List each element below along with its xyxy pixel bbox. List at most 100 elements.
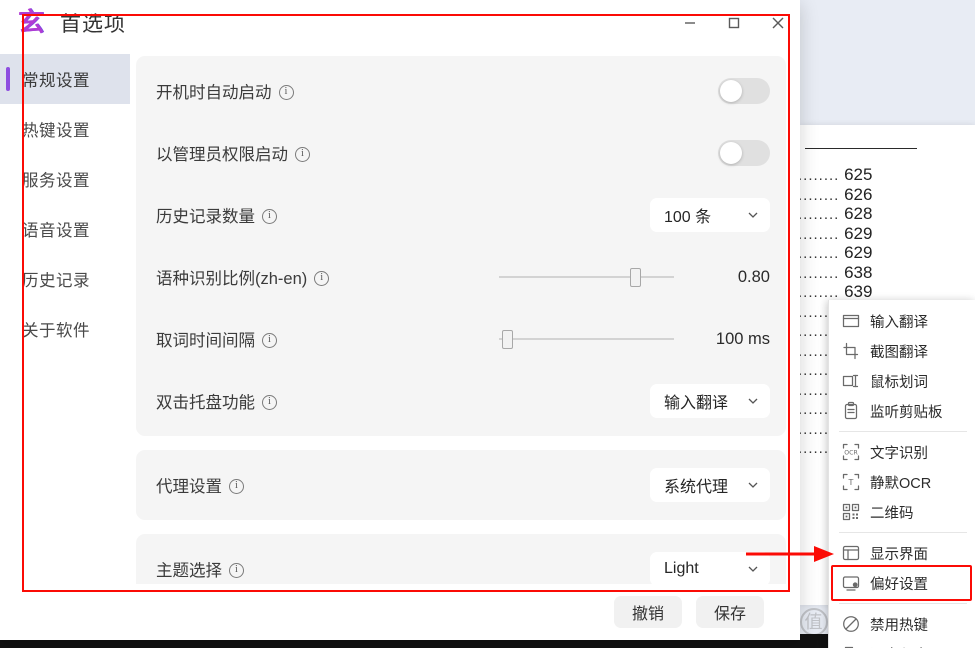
info-icon[interactable]: i: [229, 562, 244, 578]
row-admin-label-wrap: 以管理员权限启动 i: [156, 141, 310, 165]
row-theme: 主题选择 i Light: [136, 538, 786, 584]
slider-thumb[interactable]: [502, 330, 514, 349]
sidebar-item-label: 常规设置: [22, 72, 90, 90]
info-icon[interactable]: i: [314, 270, 330, 286]
row-lang-label-wrap: 语种识别比例(zh-en) i: [156, 265, 330, 289]
sidebar-item-4[interactable]: 历史记录: [0, 254, 130, 304]
info-icon[interactable]: i: [262, 208, 277, 224]
sidebar-item-5[interactable]: 关于软件: [0, 304, 130, 354]
proxy-settings-card: 代理设置 i 系统代理: [136, 450, 786, 520]
row-word-interval: 取词时间间隔 i 100 ms: [136, 308, 786, 370]
window-title: 首选项: [60, 13, 127, 36]
row-autostart-label-wrap: 开机时自动启动 i: [156, 79, 294, 103]
chevron-down-icon: [746, 394, 760, 408]
toc-entry: ........ 625: [798, 165, 873, 184]
info-icon[interactable]: i: [262, 394, 277, 410]
tray-menu-item-3[interactable]: 监听剪贴板: [829, 396, 975, 426]
toc-entry: ........ 628: [798, 204, 873, 223]
tray-menu-item-label: 输入翻译: [870, 314, 928, 331]
row-admin-label: 以管理员权限启动: [156, 146, 288, 164]
tray-menu-item-5[interactable]: T 静默OCR: [829, 467, 975, 497]
proxy-dropdown[interactable]: 系统代理: [650, 468, 770, 502]
tray-menu-item-8[interactable]: 偏好设置: [829, 565, 975, 601]
preferences-body: 常规设置热键设置服务设置语音设置历史记录关于软件 开机时自动启动 i: [0, 46, 800, 584]
tray-menu-item-7[interactable]: 显示界面: [829, 538, 975, 568]
preferences-footer: 撤销 保存: [0, 584, 800, 640]
sidebar-item-label: 关于软件: [22, 322, 90, 340]
language-ratio-slider[interactable]: [499, 267, 674, 287]
sidebar-item-label: 热键设置: [22, 122, 90, 140]
tray-menu-item-label: 禁用热键: [870, 617, 928, 634]
tray-menu-item-9[interactable]: 禁用热键: [829, 609, 975, 639]
annotation-arrow: [746, 546, 834, 562]
preferences-icon: [841, 573, 861, 593]
row-proxy-label: 代理设置: [156, 478, 222, 496]
menu-separator: [839, 532, 967, 533]
tray-menu-item-label: 静默OCR: [870, 475, 932, 492]
tray-menu-item-label: 显示界面: [870, 546, 928, 563]
slider-track: [499, 276, 674, 278]
info-icon[interactable]: i: [295, 146, 310, 162]
chevron-down-icon: [746, 562, 760, 576]
tray-menu-item-10[interactable]: 退出程序: [829, 639, 975, 648]
tray-menu-item-4[interactable]: OCR 文字识别: [829, 437, 975, 467]
proxy-value: 系统代理: [664, 479, 729, 496]
row-tray-label-wrap: 双击托盘功能 i: [156, 389, 277, 413]
tray-context-menu: 输入翻译截图翻译 鼠标划词监听剪贴板 OCR 文字识别 T 静默OCR 二维码显示界面偏好设…: [828, 300, 975, 648]
chevron-down-icon: [746, 208, 760, 222]
row-admin: 以管理员权限启动 i: [136, 122, 786, 184]
row-autostart: 开机时自动启动 i: [136, 60, 786, 122]
history-count-dropdown[interactable]: 100 条: [650, 198, 770, 232]
tray-menu-item-1[interactable]: 截图翻译: [829, 336, 975, 366]
sidebar-item-1[interactable]: 热键设置: [0, 104, 130, 154]
row-theme-label-wrap: 主题选择 i: [156, 557, 244, 581]
select-text-icon: [841, 371, 861, 391]
close-button[interactable]: [756, 0, 800, 46]
tray-menu-item-6[interactable]: 二维码: [829, 497, 975, 527]
save-button[interactable]: 保存: [695, 596, 764, 628]
tray-menu-item-2[interactable]: 鼠标划词: [829, 366, 975, 396]
qrcode-icon: [841, 502, 861, 522]
svg-text:OCR: OCR: [844, 450, 858, 457]
info-icon[interactable]: i: [229, 478, 244, 494]
exit-icon: [841, 644, 861, 648]
menu-separator: [839, 431, 967, 432]
tray-menu-item-label: 偏好设置: [870, 576, 928, 593]
info-icon[interactable]: i: [262, 332, 277, 348]
sidebar-item-2[interactable]: 服务设置: [0, 154, 130, 204]
app-logo-icon: 玄: [18, 8, 45, 38]
row-proxy: 代理设置 i 系统代理: [136, 454, 786, 516]
tray-doubleclick-dropdown[interactable]: 输入翻译: [650, 384, 770, 418]
tray-doubleclick-value: 输入翻译: [664, 395, 729, 412]
chevron-down-icon: [746, 478, 760, 492]
autostart-toggle[interactable]: [718, 78, 770, 104]
info-icon[interactable]: i: [278, 84, 294, 100]
general-settings-card: 开机时自动启动 i 以管理员权限启动 i 历史记录数量 i 100 条 语种识别…: [136, 56, 786, 436]
row-word-interval-label: 取词时间间隔: [156, 332, 255, 350]
toc-entry: ........ 629: [798, 223, 873, 243]
history-count-value: 100 条: [664, 209, 712, 226]
toc-entry: ........ 626: [798, 184, 873, 204]
slider-thumb[interactable]: [630, 268, 642, 287]
sidebar-item-3[interactable]: 语音设置: [0, 204, 130, 254]
crop-icon: [841, 341, 861, 361]
maximize-button[interactable]: [712, 0, 756, 46]
minimize-button[interactable]: [668, 0, 712, 46]
row-interval-label-wrap: 取词时间间隔 i: [156, 327, 277, 351]
screen-root: ........ 625........ 626........ 628....…: [0, 0, 975, 648]
sidebar-item-0[interactable]: 常规设置: [0, 54, 130, 104]
clipboard-icon: [841, 401, 861, 421]
admin-privilege-toggle[interactable]: [718, 140, 770, 166]
word-interval-slider[interactable]: [499, 329, 674, 349]
sidebar-item-label: 服务设置: [22, 172, 90, 190]
appearance-settings-card: 主题选择 i Light 字体选择[立即生效]: [136, 534, 786, 584]
cancel-button[interactable]: 撤销: [613, 596, 682, 628]
toc-entry: ........ 638: [798, 262, 873, 282]
word-interval-value: 100 ms: [715, 329, 770, 348]
tray-menu-item-0[interactable]: 输入翻译: [829, 306, 975, 336]
language-ratio-value: 0.80: [737, 267, 770, 286]
sidebar-item-label: 语音设置: [22, 222, 90, 240]
tray-menu-item-label: 监听剪贴板: [870, 404, 943, 421]
silent-ocr-icon: T: [841, 472, 861, 492]
row-history-label-wrap: 历史记录数量 i: [156, 203, 277, 227]
